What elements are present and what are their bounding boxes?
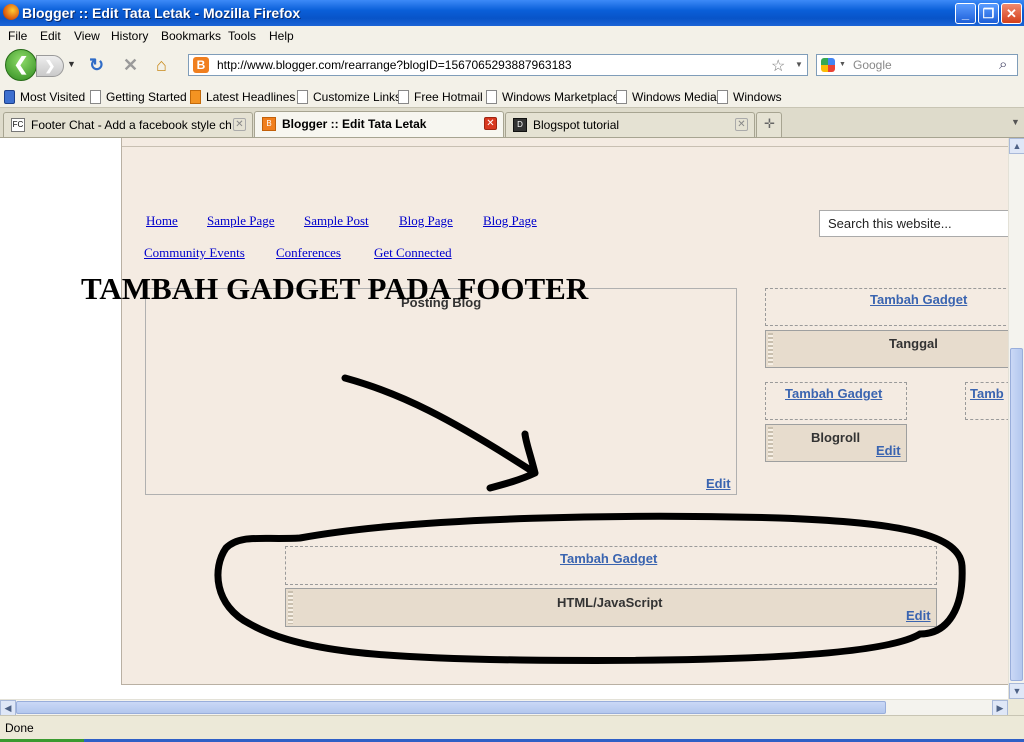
close-window-button[interactable]: ✕ — [1001, 3, 1022, 24]
page-icon — [398, 90, 409, 104]
search-engine-box[interactable]: ▼ Google ⌕ — [816, 54, 1018, 76]
search-input[interactable]: Google — [853, 58, 892, 72]
scroll-corner — [1008, 699, 1024, 715]
bookmarks-toolbar: Most Visited Getting Started Latest Head… — [0, 86, 1024, 108]
bookmark-customize-links[interactable]: Customize Links — [297, 90, 401, 104]
google-icon[interactable] — [821, 58, 835, 72]
annotation-layer — [214, 374, 966, 664]
back-button[interactable]: ❮ — [5, 49, 37, 81]
history-dropdown-icon[interactable]: ▼ — [67, 59, 76, 69]
arrow-left-icon: ❮ — [13, 54, 29, 74]
menu-edit[interactable]: Edit — [40, 29, 61, 43]
navigation-toolbar: ❮ ❯ ▼ ↻ ✕ ⌂ B http://www.blogger.com/rea… — [0, 46, 1024, 86]
menu-file[interactable]: File — [8, 29, 27, 43]
tab-footer-chat[interactable]: FC Footer Chat - Add a facebook style ch… — [3, 112, 253, 137]
annotation-heading: TAMBAH GADGET PADA FOOTER — [81, 271, 589, 306]
reload-icon[interactable]: ↻ — [89, 55, 104, 76]
annotation-arrow — [341, 374, 539, 492]
new-tab-button[interactable]: ✛ — [756, 112, 782, 137]
vertical-scrollbar[interactable]: ▲ ▼ — [1008, 138, 1024, 699]
forward-button[interactable]: ❯ — [36, 55, 64, 77]
close-tab-icon[interactable]: ✕ — [233, 118, 246, 131]
vertical-scroll-thumb[interactable] — [1010, 348, 1023, 681]
scroll-down-icon[interactable]: ▼ — [1009, 683, 1024, 699]
annotation-circle — [214, 512, 966, 664]
url-dropdown-icon[interactable]: ▼ — [795, 60, 803, 69]
home-icon[interactable]: ⌂ — [156, 55, 167, 76]
arrow-right-icon: ❯ — [44, 58, 56, 73]
bookmark-windows-media[interactable]: Windows Media — [616, 90, 717, 104]
blogger-favicon-icon: B — [262, 117, 276, 131]
menu-tools[interactable]: Tools — [228, 29, 256, 43]
address-bar[interactable]: B http://www.blogger.com/rearrange?blogI… — [188, 54, 808, 76]
restore-button[interactable]: ❐ — [978, 3, 999, 24]
smart-folder-icon — [4, 90, 15, 104]
window-title-bar[interactable]: Blogger :: Edit Tata Letak - Mozilla Fir… — [0, 0, 1024, 26]
blogger-favicon-icon: B — [193, 57, 209, 73]
d-favicon-icon: D — [513, 118, 527, 132]
page-icon — [297, 90, 308, 104]
menu-view[interactable]: View — [74, 29, 100, 43]
status-text: Done — [5, 721, 34, 735]
bookmark-free-hotmail[interactable]: Free Hotmail — [398, 90, 483, 104]
bookmark-latest-headlines[interactable]: Latest Headlines — [190, 90, 295, 104]
status-bar: Done — [0, 715, 1024, 739]
horizontal-scrollbar[interactable]: ◀ ▶ — [0, 699, 1008, 716]
close-tab-icon[interactable]: ✕ — [484, 117, 497, 130]
window-title: Blogger :: Edit Tata Letak - Mozilla Fir… — [22, 5, 301, 21]
plus-icon: ✛ — [764, 116, 775, 131]
menu-help[interactable]: Help — [269, 29, 294, 43]
search-icon[interactable]: ⌕ — [999, 56, 1007, 73]
scroll-right-icon[interactable]: ▶ — [992, 700, 1008, 716]
close-tab-icon[interactable]: ✕ — [735, 118, 748, 131]
firefox-icon — [3, 4, 19, 20]
tab-blogger-edit[interactable]: B Blogger :: Edit Tata Letak ✕ — [254, 111, 504, 137]
tab-strip: FC Footer Chat - Add a facebook style ch… — [0, 108, 1024, 138]
stop-icon[interactable]: ✕ — [123, 55, 138, 76]
menu-bookmarks[interactable]: Bookmarks — [161, 29, 221, 43]
minimize-button[interactable]: _ — [955, 3, 976, 24]
bookmark-getting-started[interactable]: Getting Started — [90, 90, 187, 104]
bookmark-windows-marketplace[interactable]: Windows Marketplace — [486, 90, 619, 104]
bookmark-star-icon[interactable]: ☆ — [771, 56, 785, 76]
page-viewport: Home Sample Page Sample Post Blog Page B… — [0, 138, 1008, 699]
rss-icon — [190, 90, 201, 104]
bookmark-most-visited[interactable]: Most Visited — [4, 90, 85, 104]
page-icon — [90, 90, 101, 104]
page-icon — [616, 90, 627, 104]
tab-blogspot-tutorial[interactable]: D Blogspot tutorial ✕ — [505, 112, 755, 137]
bookmark-windows[interactable]: Windows — [717, 90, 782, 104]
menu-history[interactable]: History — [111, 29, 148, 43]
url-text[interactable]: http://www.blogger.com/rearrange?blogID=… — [217, 58, 572, 72]
horizontal-scroll-thumb[interactable] — [16, 701, 886, 714]
scroll-left-icon[interactable]: ◀ — [0, 700, 16, 716]
menu-bar: File Edit View History Bookmarks Tools H… — [0, 26, 1024, 46]
page-icon — [486, 90, 497, 104]
page-icon — [717, 90, 728, 104]
fc-favicon-icon: FC — [11, 118, 25, 132]
scroll-up-icon[interactable]: ▲ — [1009, 138, 1024, 154]
tab-list-dropdown-icon[interactable]: ▼ — [1011, 117, 1020, 127]
engine-dropdown-icon[interactable]: ▼ — [839, 61, 846, 68]
